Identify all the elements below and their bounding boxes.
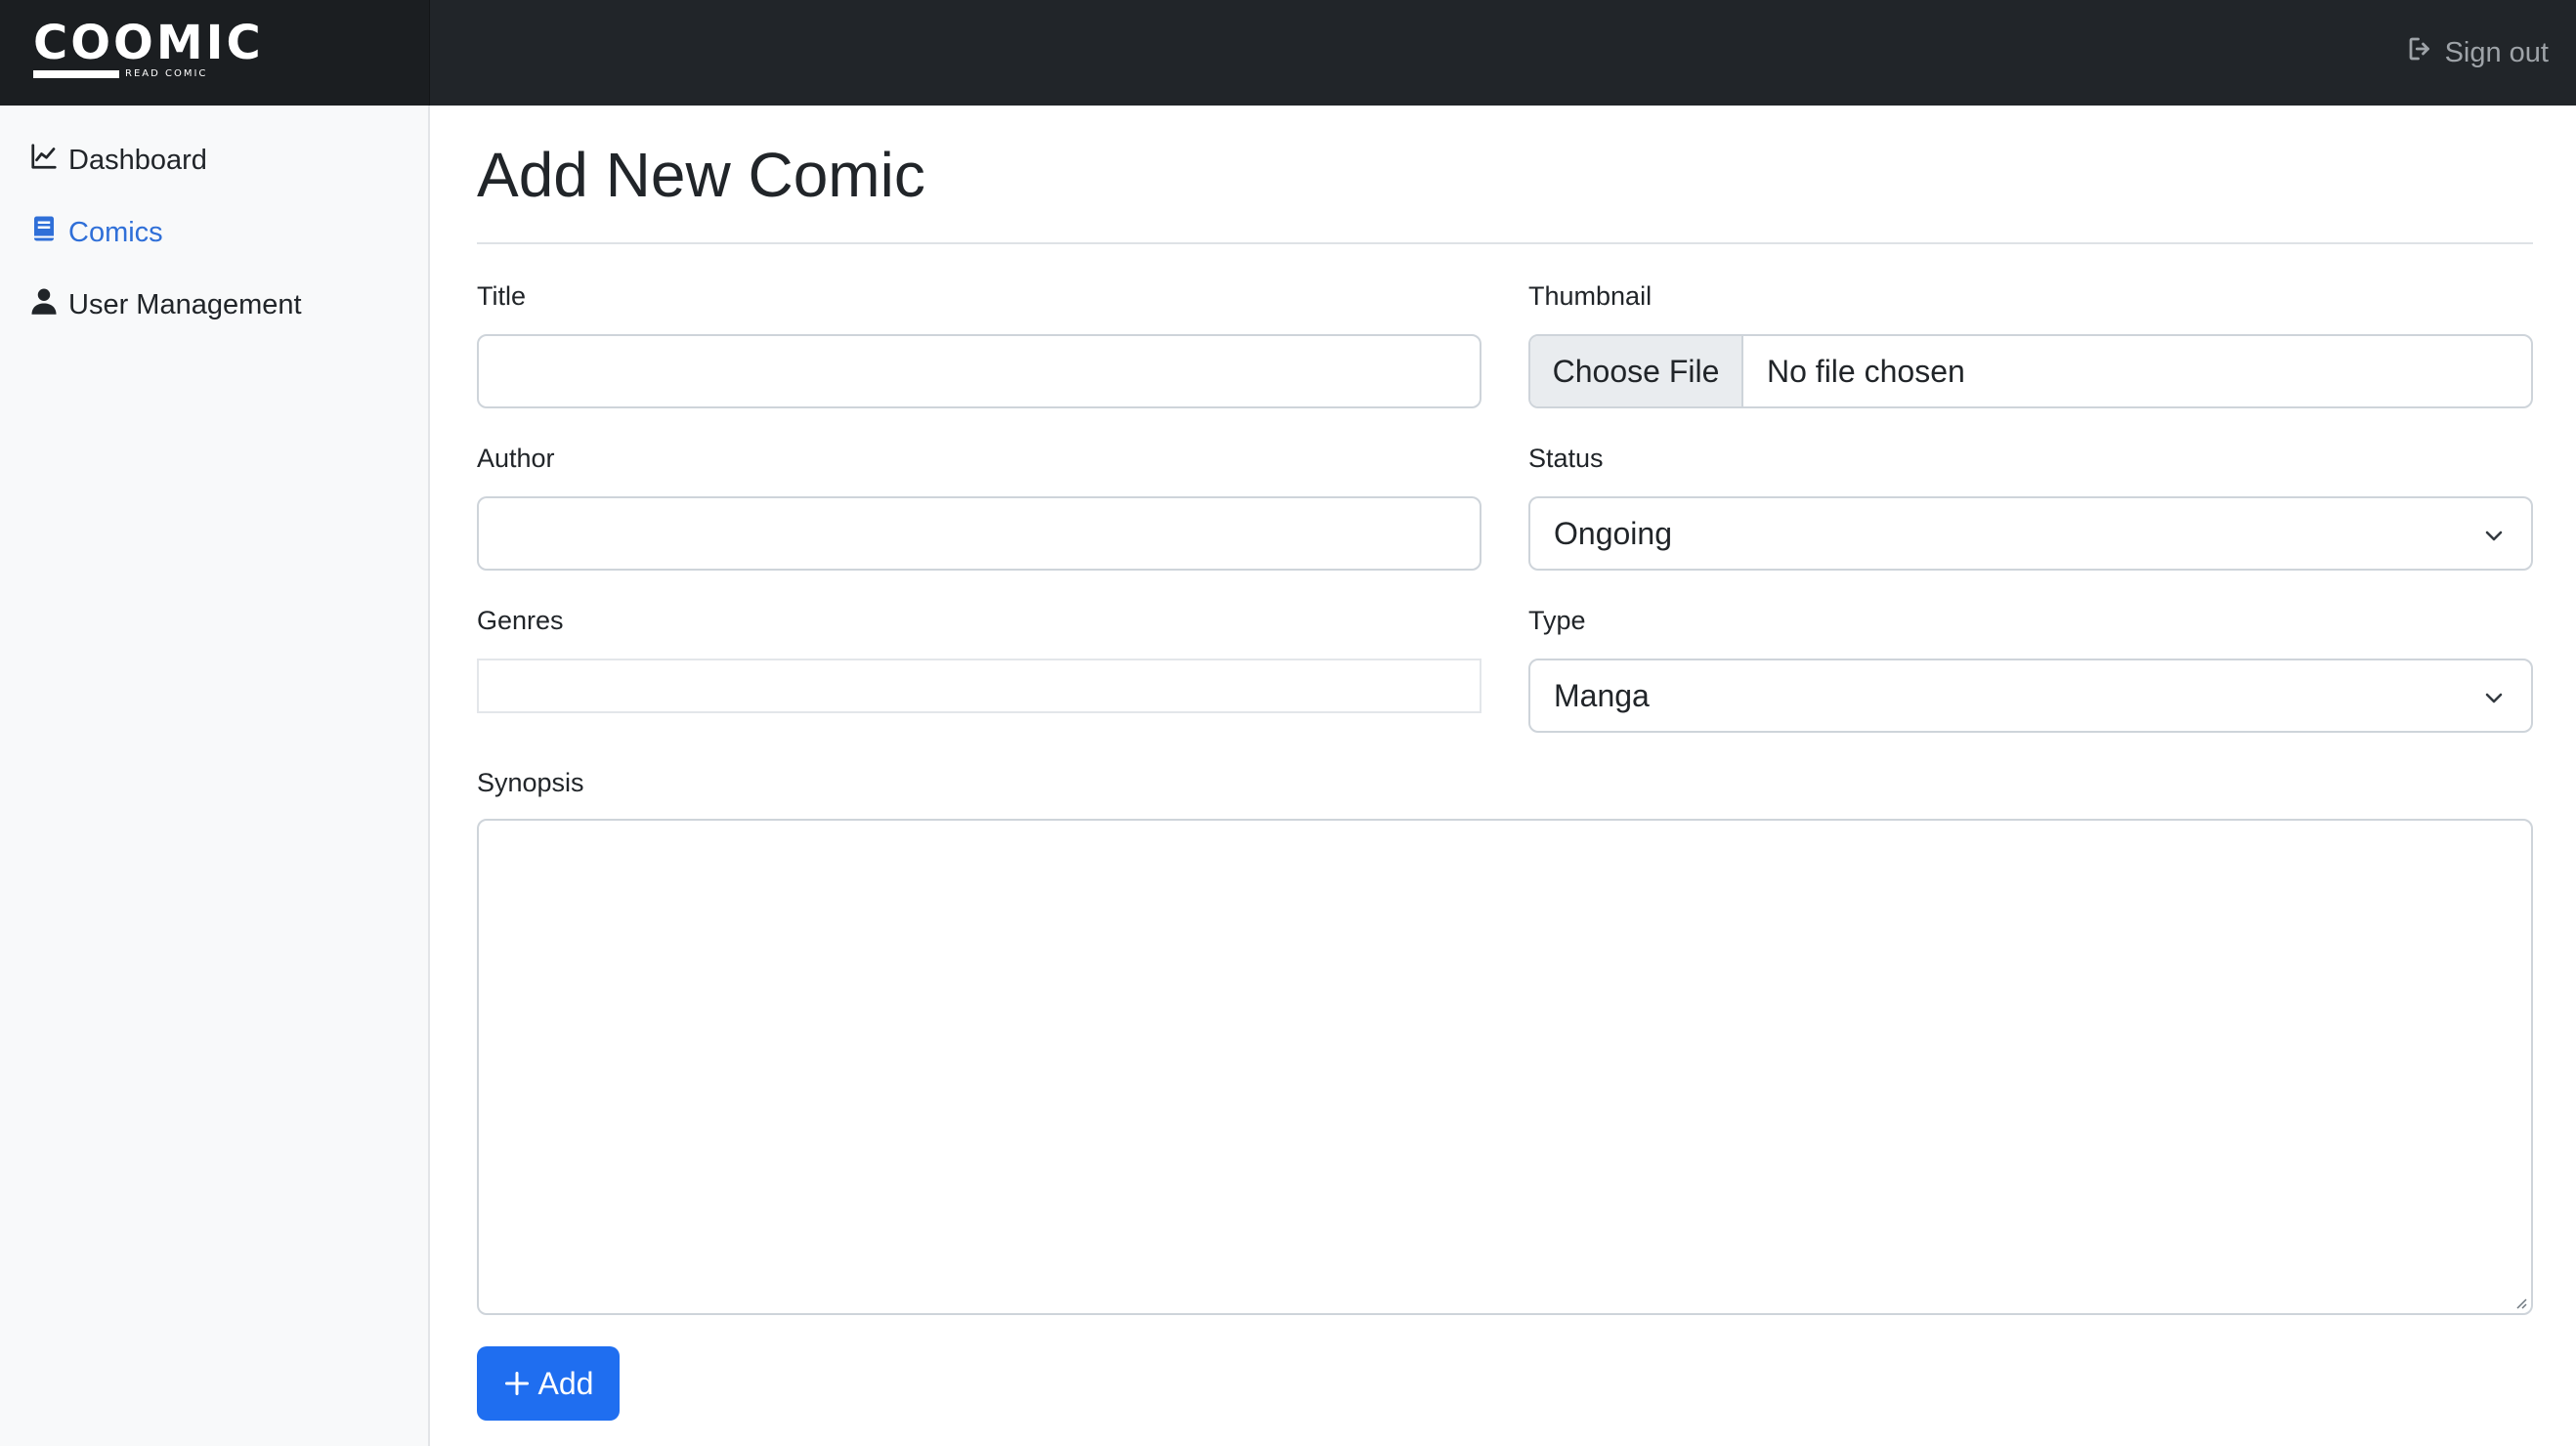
chevron-down-icon <box>2485 693 2503 703</box>
resize-handle-icon[interactable] <box>2512 1294 2527 1309</box>
brand-logo[interactable]: COOMIC READ COMIC <box>0 0 430 106</box>
genres-label: Genres <box>477 606 564 635</box>
brand-tagline: READ COMIC <box>125 68 208 79</box>
sign-out-icon <box>2406 34 2435 71</box>
logo-underline <box>33 70 119 78</box>
type-value: Manga <box>1554 677 1650 713</box>
page-title: Add New Comic <box>477 140 925 210</box>
status-value: Ongoing <box>1554 515 1672 551</box>
top-navbar: COOMIC READ COMIC Sign out <box>0 0 2576 106</box>
type-select[interactable]: Manga <box>1528 659 2533 733</box>
genres-input[interactable] <box>477 659 1481 713</box>
add-comic-button[interactable]: Add <box>477 1346 620 1421</box>
synopsis-textarea[interactable] <box>477 819 2533 1315</box>
chart-line-icon <box>29 142 59 179</box>
author-input[interactable] <box>477 496 1481 571</box>
thumbnail-label: Thumbnail <box>1528 281 1653 311</box>
title-input[interactable] <box>477 334 1481 408</box>
main-content: Add New Comic Title Thumbnail Choose Fil… <box>430 106 2576 1446</box>
type-label: Type <box>1528 606 1586 635</box>
file-status-text: No file chosen <box>1767 353 1965 389</box>
synopsis-label: Synopsis <box>477 768 584 797</box>
sign-out-link[interactable]: Sign out <box>2406 33 2549 72</box>
status-select[interactable]: Ongoing <box>1528 496 2533 571</box>
title-divider <box>477 242 2533 244</box>
add-button-label: Add <box>537 1365 594 1401</box>
sidebar: Dashboard Comics User Management <box>0 106 430 1446</box>
author-label: Author <box>477 444 555 473</box>
plus-icon <box>504 1371 529 1396</box>
sidebar-item-label: User Management <box>68 288 302 320</box>
choose-file-button[interactable]: Choose File <box>1530 336 1743 406</box>
sidebar-item-user-management[interactable]: User Management <box>29 283 302 326</box>
thumbnail-file-input[interactable]: Choose File No file chosen <box>1528 334 2533 408</box>
sidebar-item-dashboard[interactable]: Dashboard <box>29 139 207 182</box>
book-icon <box>29 214 59 251</box>
status-label: Status <box>1528 444 1604 473</box>
chevron-down-icon <box>2485 531 2503 541</box>
sign-out-label: Sign out <box>2444 36 2549 68</box>
user-icon <box>29 286 59 323</box>
title-label: Title <box>477 281 527 311</box>
brand-name: COOMIC <box>33 16 264 70</box>
sidebar-item-comics[interactable]: Comics <box>29 211 163 254</box>
sidebar-item-label: Dashboard <box>68 144 207 176</box>
sidebar-item-label: Comics <box>68 216 163 248</box>
